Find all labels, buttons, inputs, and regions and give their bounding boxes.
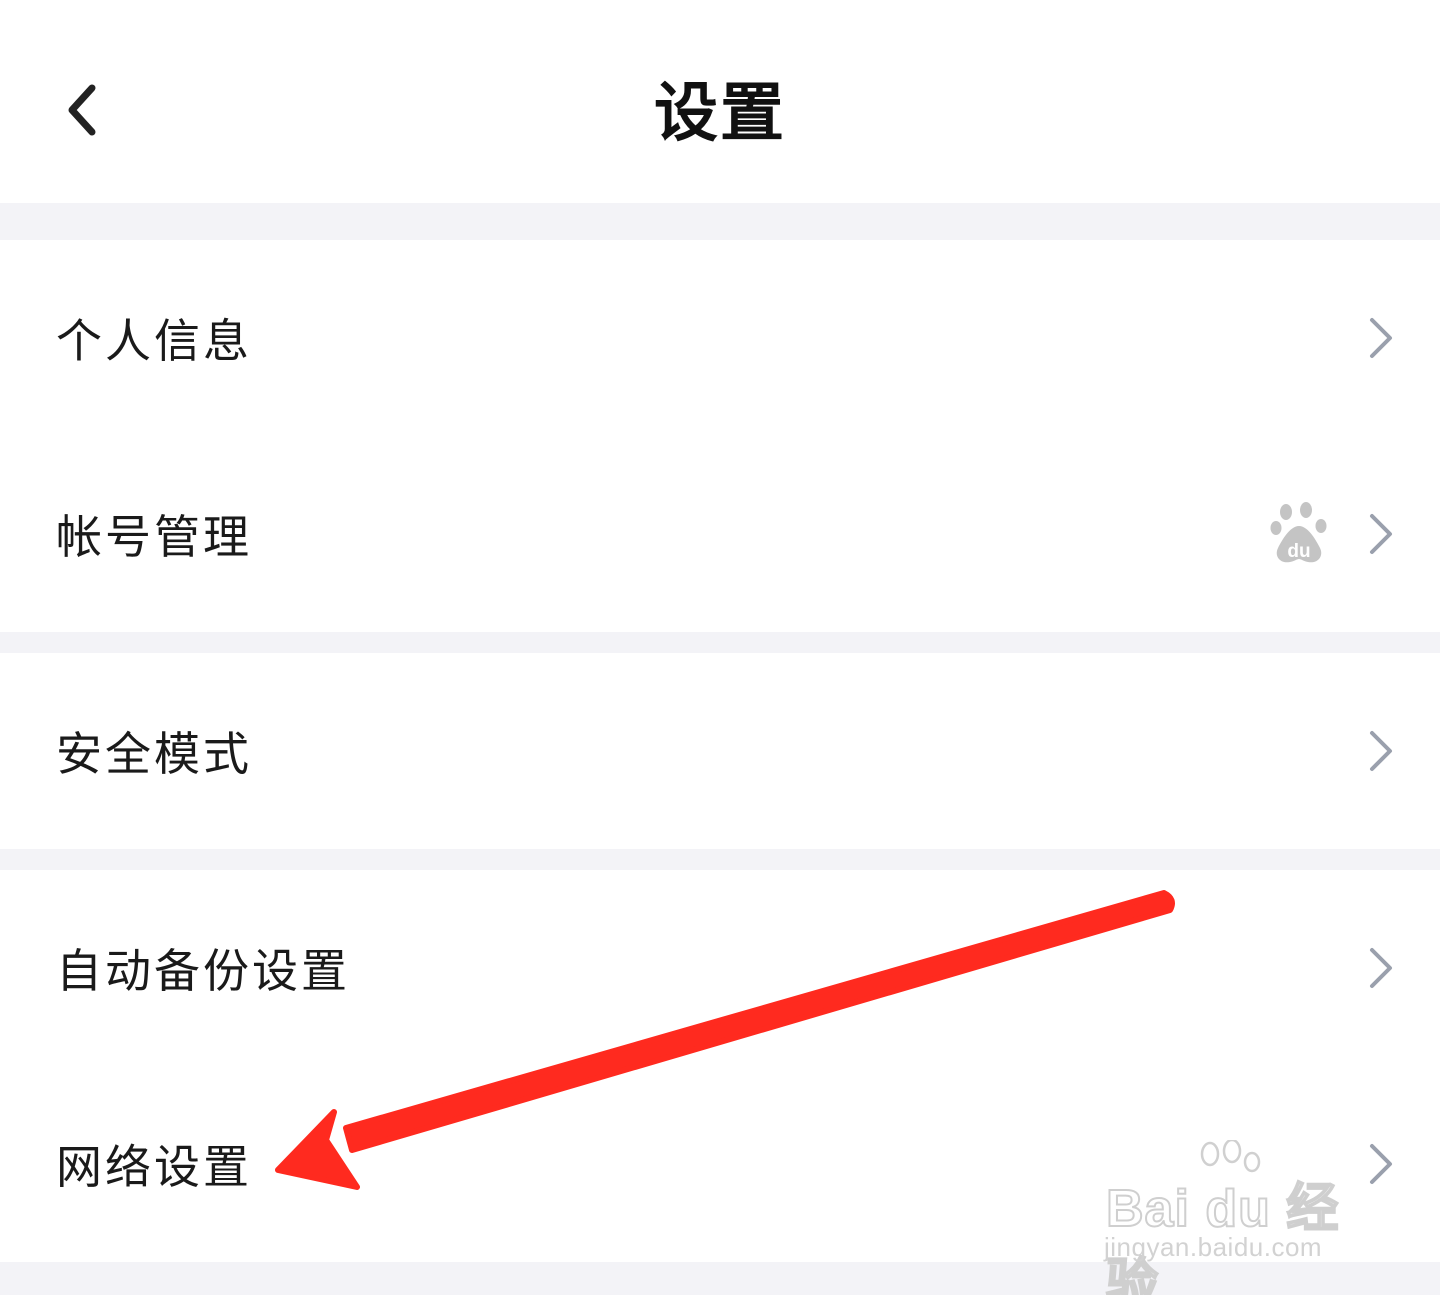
settings-row-network[interactable]: 网络设置: [0, 1066, 1440, 1262]
row-label: 个人信息: [56, 314, 252, 368]
baidu-logo-text: du: [1287, 541, 1310, 562]
baidu-paw-logo-icon: du: [1270, 502, 1327, 563]
row-label: 网络设置: [56, 1140, 252, 1194]
chevron-right-icon: [1370, 948, 1392, 988]
chevron-right-icon: [1370, 318, 1392, 358]
row-label: 安全模式: [56, 727, 252, 781]
top-nav-bar: 设置: [0, 0, 1440, 203]
settings-row-safe-mode[interactable]: 安全模式: [0, 653, 1440, 849]
chevron-right-icon: [1370, 1144, 1392, 1184]
row-label: 帐号管理: [56, 510, 252, 564]
settings-row-auto-backup[interactable]: 自动备份设置: [0, 870, 1440, 1066]
chevron-right-icon: [1370, 731, 1392, 771]
row-label: 自动备份设置: [56, 944, 350, 998]
settings-group-account: 个人信息 帐号管理 du: [0, 240, 1440, 632]
chevron-right-icon: [1370, 514, 1392, 554]
settings-group-backup-network: 自动备份设置 网络设置: [0, 870, 1440, 1262]
page-title: 设置: [654, 77, 786, 151]
settings-screen: 设置 个人信息 帐号管理 du 安全模式 自动备份设置 网络设置 Bai du …: [0, 0, 1440, 1295]
settings-row-account-management[interactable]: 帐号管理 du: [0, 436, 1440, 632]
settings-row-personal-info[interactable]: 个人信息: [0, 240, 1440, 436]
settings-group-security: 安全模式: [0, 653, 1440, 849]
